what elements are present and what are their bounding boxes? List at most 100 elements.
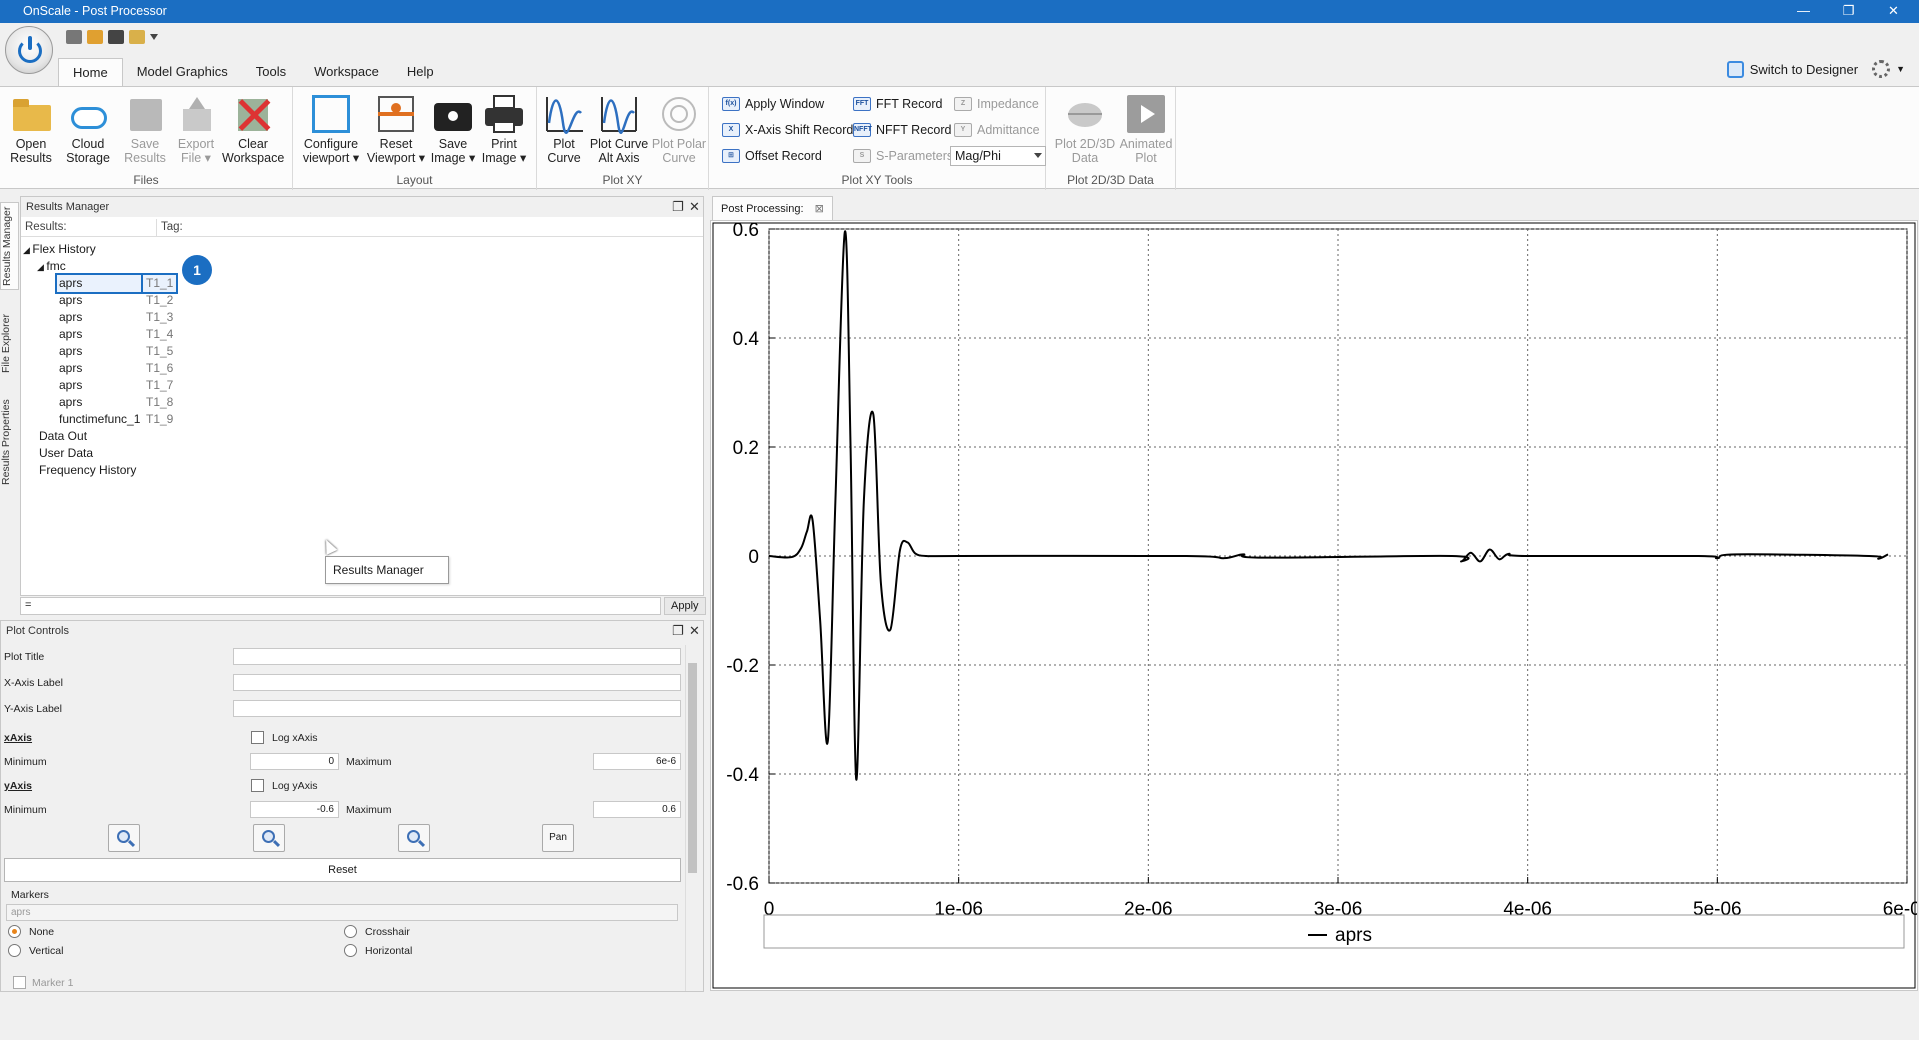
export-file-button[interactable]: Export File ▾ [172, 93, 220, 165]
plot-curve-alt-axis-button[interactable]: Plot Curve Alt Axis [589, 93, 649, 165]
log-yaxis-checkbox[interactable] [251, 779, 264, 792]
cloud-storage-button[interactable]: Cloud Storage [62, 93, 114, 165]
close-button[interactable]: ✕ [1871, 0, 1916, 23]
apply-window-button[interactable]: f(x) Apply Window [722, 97, 824, 111]
tree-node-fmc[interactable]: ◢ fmc [37, 258, 66, 276]
print-image-button[interactable]: Print Image ▾ [479, 93, 529, 165]
tree-item-result[interactable]: aprs T1_2 [57, 292, 176, 309]
plot-controls-panel: Plot Controls ❐ ✕ Plot Title X-Axis Labe… [0, 620, 704, 992]
save-image-button[interactable]: Save Image ▾ [428, 93, 478, 165]
configure-viewport-button[interactable]: Configure viewport ▾ [300, 93, 362, 165]
marker-none-radio[interactable] [8, 925, 21, 938]
side-tab-results-manager[interactable]: Results Manager [0, 202, 19, 290]
plot-area[interactable]: 01e-062e-063e-064e-065e-066e-060.60.40.2… [710, 220, 1919, 991]
tree-item-result[interactable]: aprs T1_5 [57, 343, 176, 360]
tab-tools[interactable]: Tools [242, 58, 300, 86]
app-menu-button[interactable] [5, 26, 53, 74]
tree-node-flex-history[interactable]: ◢ Flex History [23, 241, 96, 259]
plot-polar-curve-button[interactable]: Plot Polar Curve [651, 93, 707, 165]
x-maximum-input[interactable]: 6e-6 [593, 753, 681, 770]
viewport-icon [310, 93, 352, 135]
log-xaxis-checkbox[interactable] [251, 731, 264, 744]
tree-item-result[interactable]: aprs T1_7 [57, 377, 176, 394]
markers-heading: Markers [11, 889, 49, 901]
marker-crosshair-radio[interactable] [344, 925, 357, 938]
x-axis-label-input[interactable] [233, 674, 681, 691]
title-bar: OnScale - Post Processor — ❐ ✕ [0, 0, 1919, 23]
tree-item-result[interactable]: aprs T1_4 [57, 326, 176, 343]
minimize-button[interactable]: — [1781, 0, 1826, 23]
column-header-tag[interactable]: Tag: [157, 219, 703, 237]
marker1-checkbox[interactable] [13, 976, 26, 989]
pan-button[interactable]: Pan [542, 824, 574, 852]
save-icon[interactable] [66, 30, 82, 44]
offset-record-button[interactable]: ⊞ Offset Record [722, 149, 822, 163]
tree-item-result[interactable]: aprs T1_1 [55, 273, 178, 294]
y-axis-label-input[interactable] [233, 700, 681, 717]
tab-help[interactable]: Help [393, 58, 448, 86]
tab-model-graphics[interactable]: Model Graphics [123, 58, 242, 86]
zoom-fit-button[interactable] [398, 824, 430, 852]
s-parameters-button[interactable]: S S-Parameters [853, 149, 953, 163]
reset-viewport-button[interactable]: Reset Viewport ▾ [365, 93, 427, 165]
tab-home[interactable]: Home [58, 58, 123, 86]
x-axis-shift-record-button[interactable]: X X-Axis Shift Record [722, 123, 853, 137]
marker-horizontal-radio[interactable] [344, 944, 357, 957]
polar-icon [658, 93, 700, 135]
apply-filter-button[interactable]: Apply [664, 597, 706, 615]
float-panel-icon[interactable]: ❐ [672, 623, 684, 639]
plot-2d3d-data-button[interactable]: Plot 2D/3D Data [1054, 93, 1116, 165]
y-minimum-input[interactable]: -0.6 [250, 801, 339, 818]
column-header-results[interactable]: Results: [21, 219, 157, 237]
switch-to-designer-button[interactable]: Switch to Designer ▼ [1726, 60, 1905, 78]
chevron-down-icon[interactable]: ▼ [1896, 64, 1905, 74]
line-chart[interactable]: 01e-062e-063e-064e-065e-066e-060.60.40.2… [711, 220, 1919, 990]
scrollbar-thumb[interactable] [688, 663, 697, 873]
collapse-icon[interactable]: ◢ [23, 245, 32, 255]
animated-plot-button[interactable]: Animated Plot [1118, 93, 1174, 165]
side-tab-results-properties[interactable]: Results Properties [0, 394, 19, 490]
zoom-in-button[interactable] [108, 824, 140, 852]
customize-dropdown-icon[interactable] [150, 34, 158, 40]
float-panel-icon[interactable]: ❐ [672, 199, 684, 215]
plot-controls-scrollbar[interactable] [685, 645, 699, 991]
gear-icon[interactable] [1872, 60, 1891, 78]
zoom-out-button[interactable] [253, 824, 285, 852]
folder-icon[interactable] [129, 30, 145, 44]
plot-curve-button[interactable]: Plot Curve [541, 93, 587, 165]
marker-vertical-radio[interactable] [8, 944, 21, 957]
open-results-button[interactable]: Open Results [6, 93, 56, 165]
tree-item-result[interactable]: functimefunc_1 T1_9 [57, 411, 176, 428]
tree-item-result[interactable]: aprs T1_3 [57, 309, 176, 326]
y-maximum-input[interactable]: 0.6 [593, 801, 681, 818]
fft-record-button[interactable]: FFT FFT Record [853, 97, 942, 111]
restore-button[interactable]: ❐ [1826, 0, 1871, 23]
tab-workspace[interactable]: Workspace [300, 58, 393, 86]
nfft-record-button[interactable]: NFFT NFFT Record [853, 123, 951, 137]
print-icon[interactable] [108, 30, 124, 44]
tree-item-result[interactable]: aprs T1_6 [57, 360, 176, 377]
tree-node-frequency-history[interactable]: Frequency History [39, 462, 136, 479]
admittance-button[interactable]: Y Admittance [954, 123, 1040, 137]
filter-input[interactable]: = [20, 597, 661, 615]
upload-icon[interactable] [87, 30, 103, 44]
reset-button[interactable]: Reset [4, 858, 681, 882]
impedance-button[interactable]: Z Impedance [954, 97, 1039, 111]
mag-phi-select[interactable]: Mag/Phi [950, 146, 1046, 166]
plot-title-input[interactable] [233, 648, 681, 665]
clear-workspace-button[interactable]: Clear Workspace [222, 93, 284, 165]
group-files: Open Results Cloud Storage Save Results Exp… [0, 87, 293, 190]
marker-source-select[interactable]: aprs [6, 904, 678, 921]
tree-node-user-data[interactable]: User Data [39, 445, 93, 462]
close-panel-icon[interactable]: ✕ [689, 199, 700, 215]
save-results-button[interactable]: Save Results [120, 93, 170, 165]
close-panel-icon[interactable]: ✕ [689, 623, 700, 639]
tab-post-processing[interactable]: Post Processing: ⊠ [712, 196, 833, 220]
close-tab-icon[interactable]: ⊠ [815, 203, 824, 215]
fft-icon: FFT [853, 97, 871, 111]
tree-item-result[interactable]: aprs T1_8 [57, 394, 176, 411]
tree-node-data-out[interactable]: Data Out [39, 428, 87, 445]
side-tab-file-explorer[interactable]: File Explorer [0, 306, 19, 382]
collapse-icon[interactable]: ◢ [37, 262, 46, 272]
x-minimum-input[interactable]: 0 [250, 753, 339, 770]
